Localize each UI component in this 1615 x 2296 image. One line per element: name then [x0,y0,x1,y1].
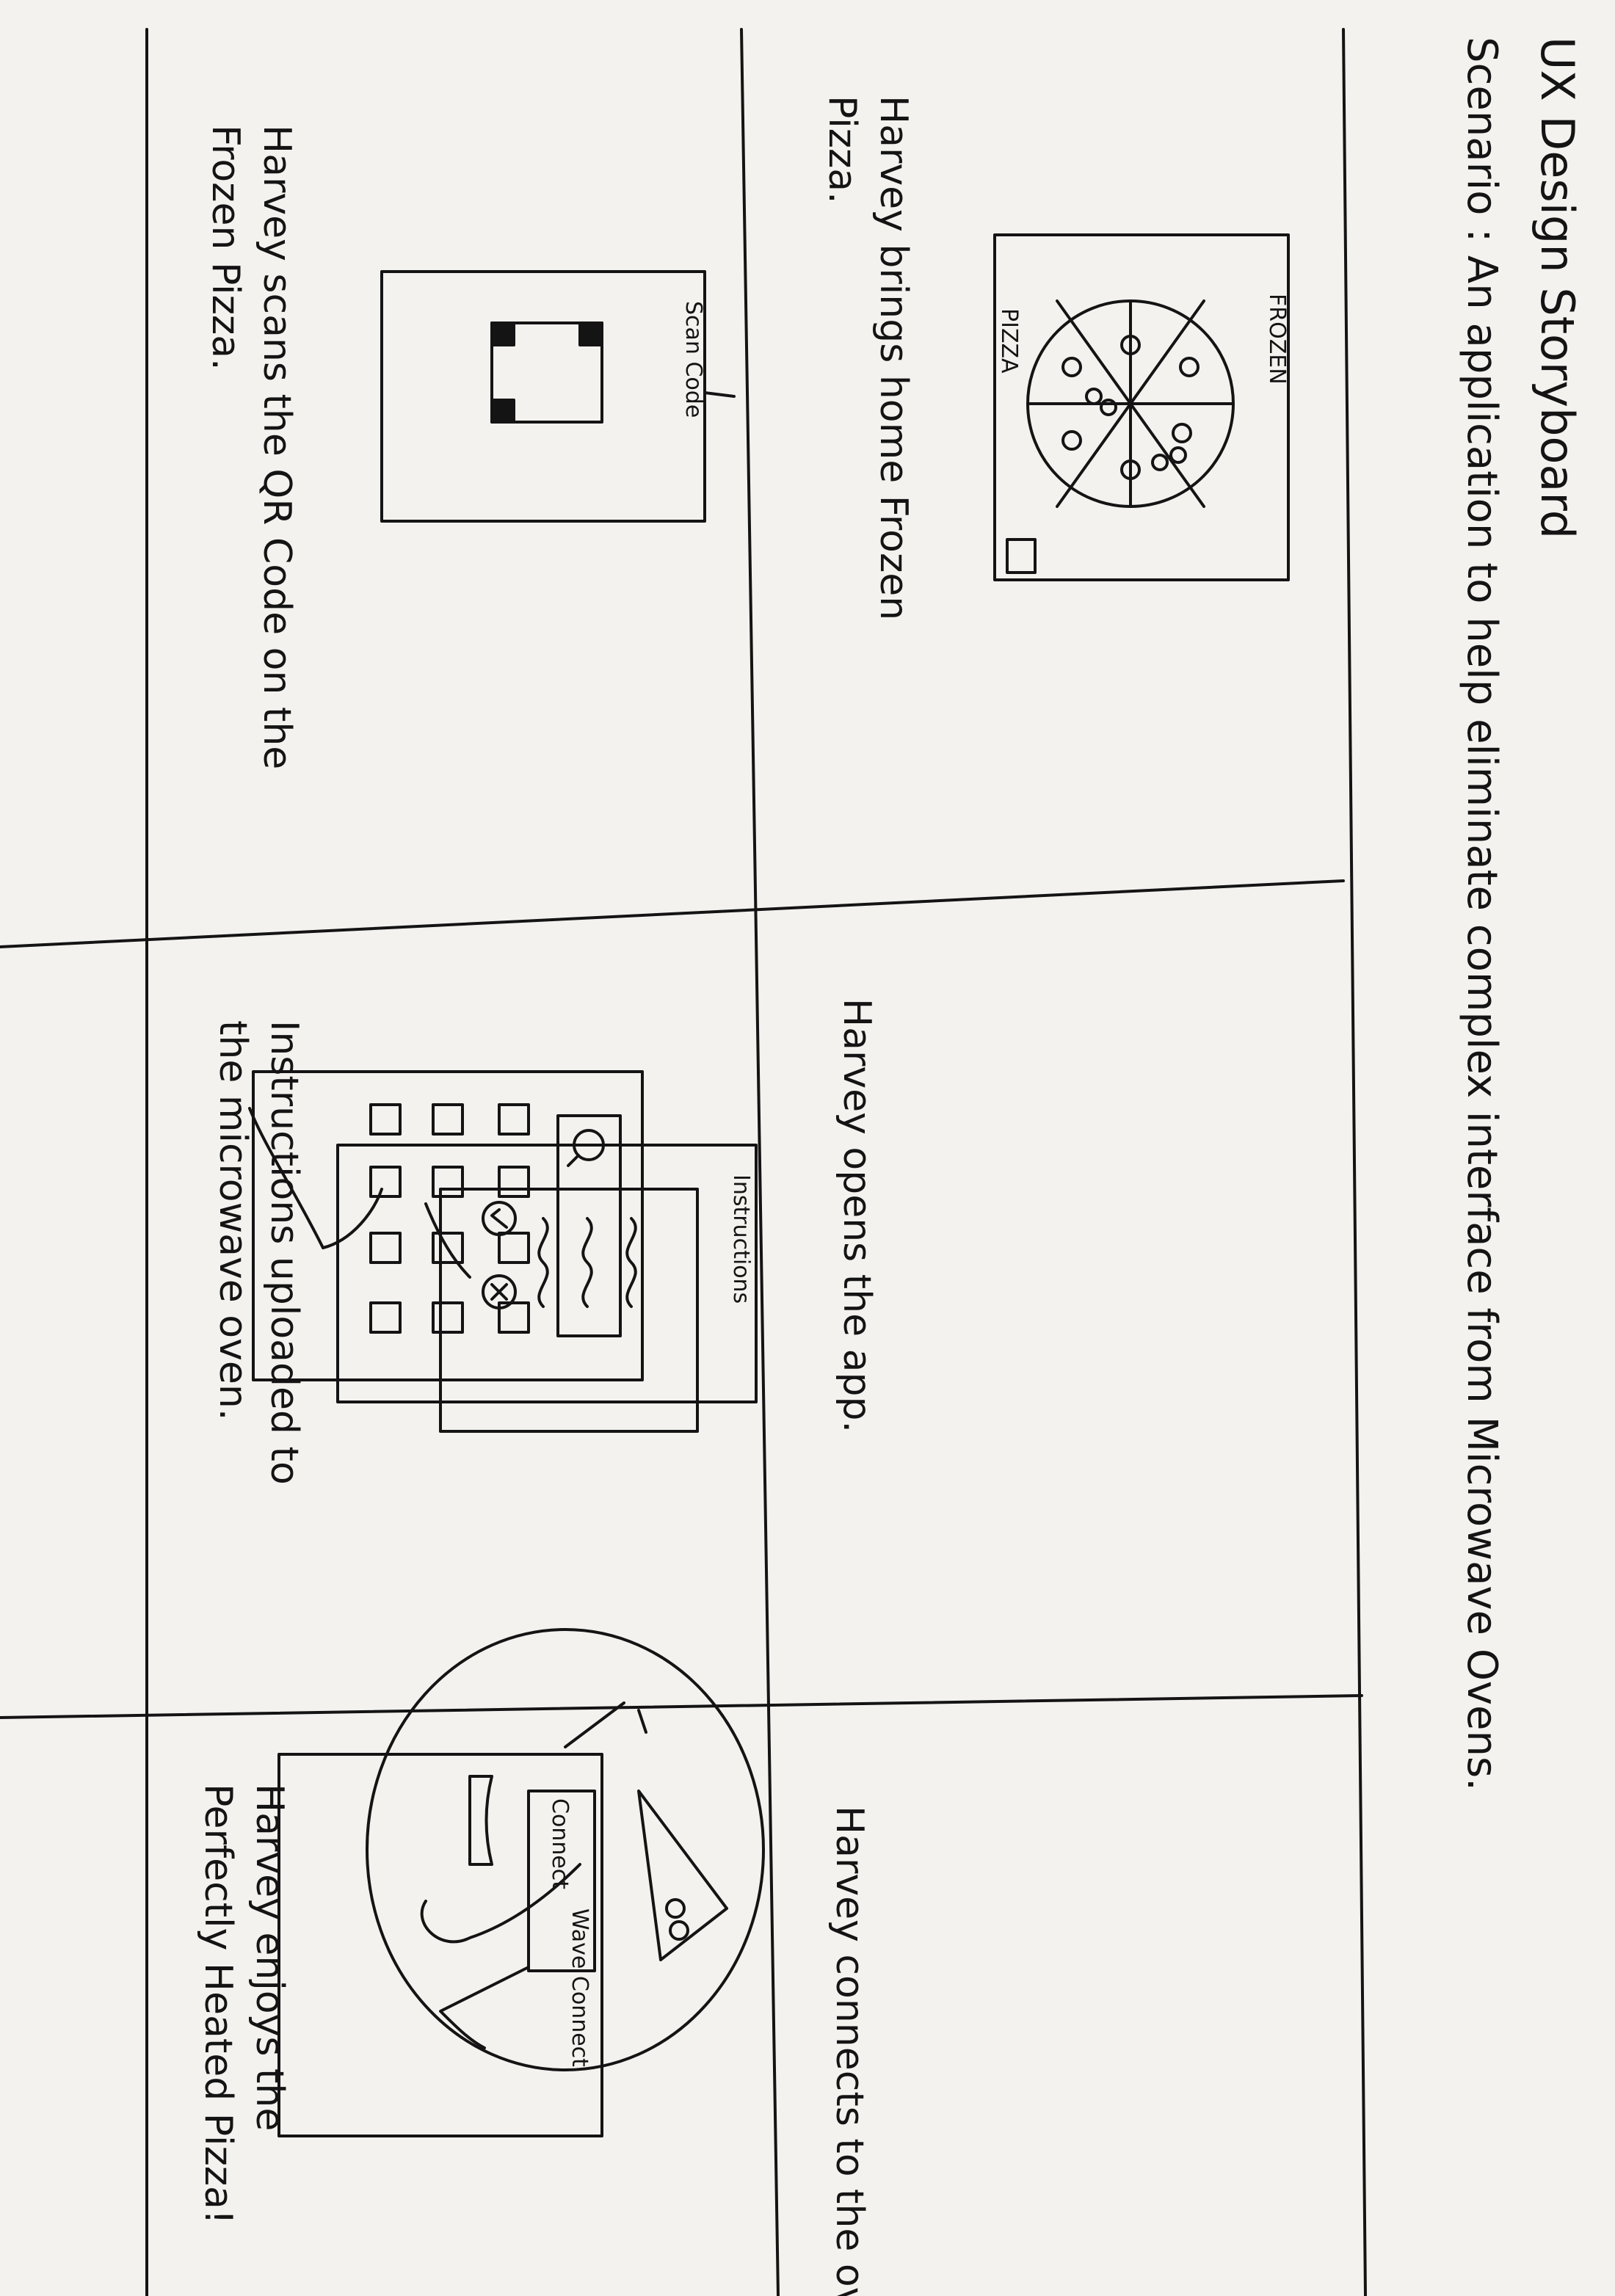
storyboard-page: UX Design Storyboard Scenario : An appli… [0,0,1615,2296]
grid-line-middle [740,28,780,2296]
grid-line-vertical-2 [0,1694,1363,1719]
panel-3-caption-line-1: Harvey connects to the oven [827,1806,871,2296]
panel-1-caption-line-2: Pizza. [820,95,864,204]
storyboard-drawing: UX Design Storyboard Scenario : An appli… [0,28,1584,2296]
panel-6-caption-line-2: Perfectly Heated Pizza! [196,1784,240,2225]
connect-screen-title: Wave Connect [567,1908,592,2067]
panel-4-caption-line-2: Frozen Pizza. [203,125,247,371]
panel-2-caption-line-1: Harvey opens the app. [835,998,879,1433]
grid-line-vertical-1 [0,879,1345,948]
phone-app-grid-sketch [248,1070,644,1381]
scenario-text: Scenario : An application to help elimin… [1458,37,1506,1791]
panel-6-caption-line-1: Harvey enjoys the [247,1784,291,2131]
box-label-bottom: PIZZA [996,308,1022,374]
instructions-screen-title: Instructions [728,1174,754,1304]
page-title: UX Design Storyboard [1531,37,1584,539]
panel-4-caption-line-1: Harvey scans the QR Code on the [255,125,299,769]
panel-1-caption-line-1: Harvey brings home Frozen [871,95,915,620]
rotated-sheet: UX Design Storyboard Scenario : An appli… [0,0,1615,2296]
grid-line-top [1342,28,1367,2296]
scan-screen-title: Scan Code [681,301,706,418]
frozen-pizza-box-sketch [993,233,1290,581]
connect-button: Connect [547,1798,573,1889]
panel-5-caption-line-1: Instructions uploaded to [262,1020,306,1485]
panel-5-caption-line-2: the microwave oven. [211,1020,255,1420]
box-label-top: FROZEN [1264,294,1290,385]
